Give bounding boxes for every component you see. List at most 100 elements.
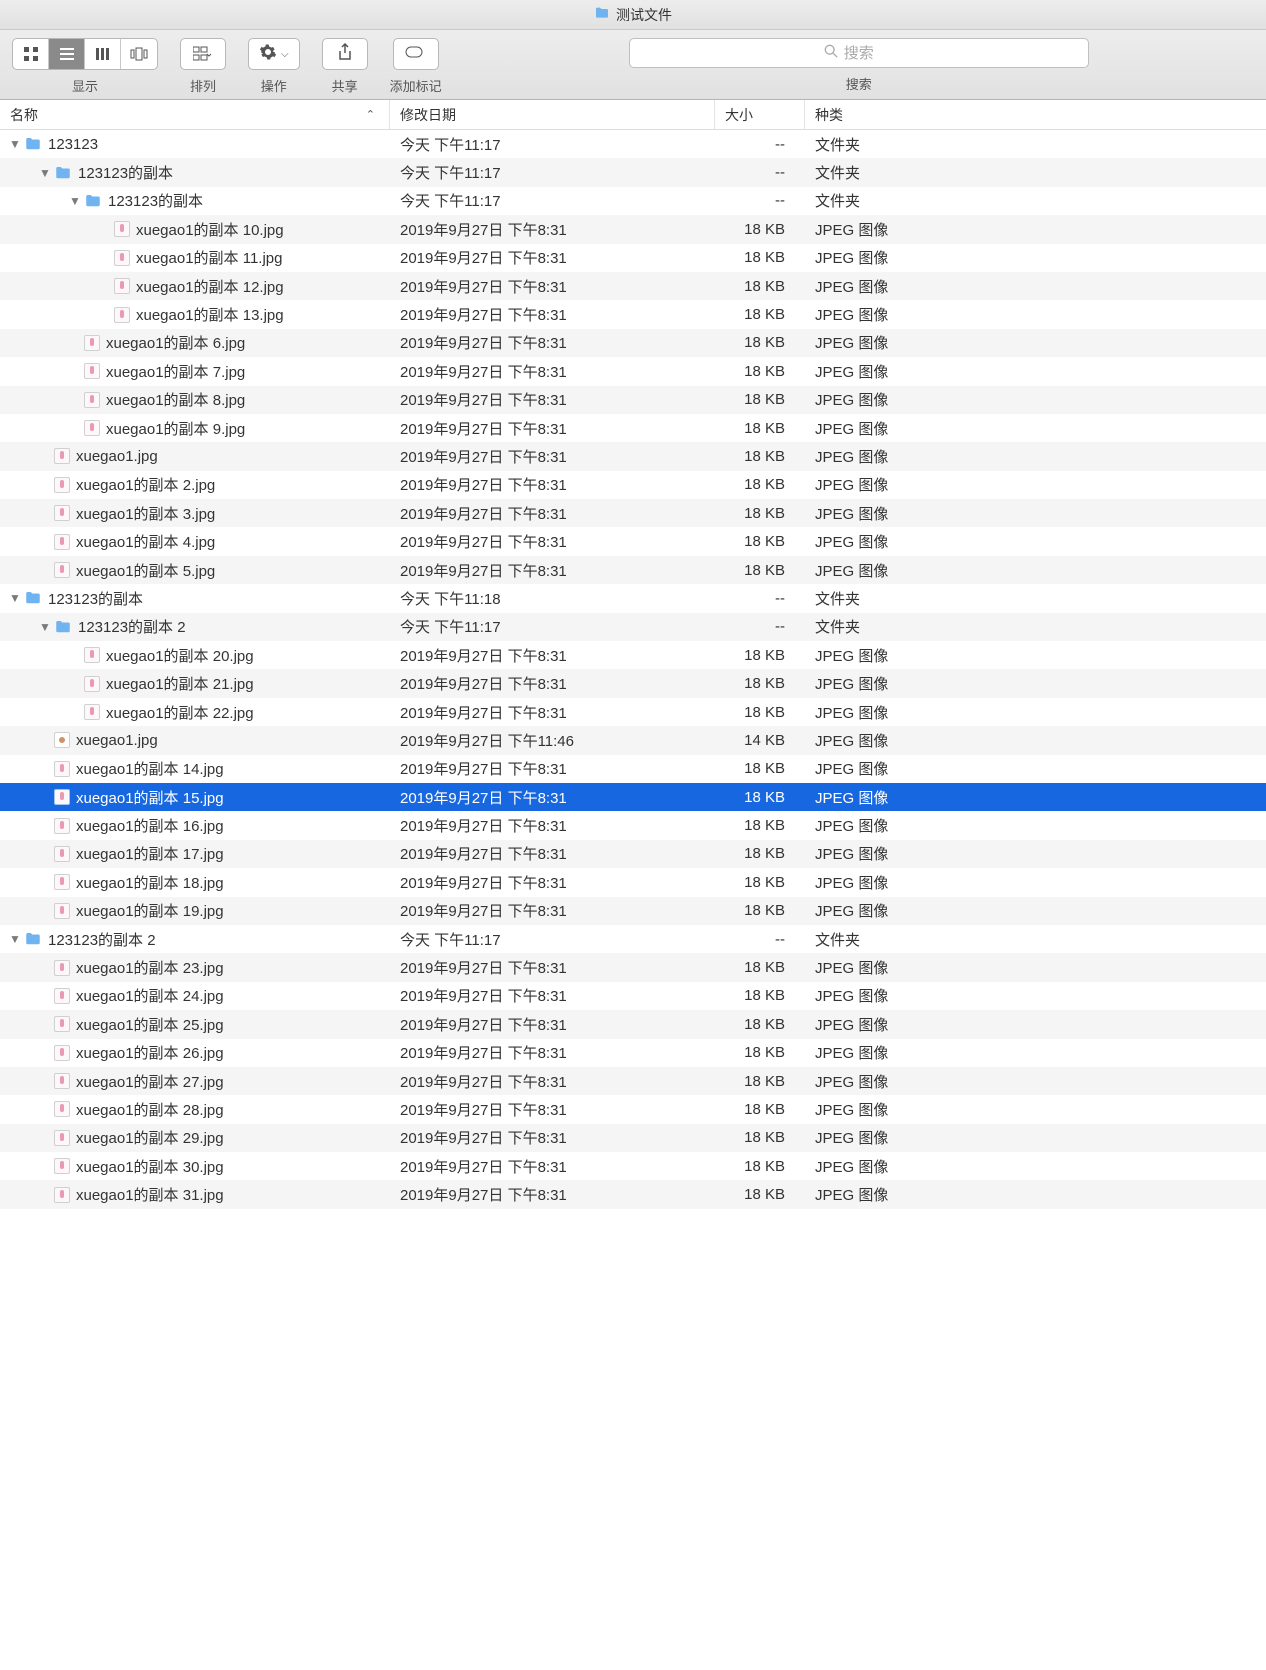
file-row[interactable]: xuegao1的副本 31.jpg2019年9月27日 下午8:3118 KBJ…: [0, 1180, 1266, 1208]
file-kind: 文件夹: [805, 588, 1266, 609]
sort-ascending-icon: ⌃: [366, 108, 375, 121]
image-file-icon: [54, 448, 70, 464]
file-date: 2019年9月27日 下午8:31: [390, 389, 715, 410]
image-file-icon: [84, 363, 100, 379]
disclosure-triangle-icon[interactable]: ▼: [38, 620, 52, 634]
image-file-icon: [54, 874, 70, 890]
view-switcher-group: 显示: [12, 38, 158, 95]
file-row[interactable]: ▼123123的副本今天 下午11:18--文件夹: [0, 584, 1266, 612]
column-view-button[interactable]: [85, 39, 121, 69]
file-name: xuegao1的副本 14.jpg: [76, 758, 224, 779]
file-kind: JPEG 图像: [805, 872, 1266, 893]
file-row[interactable]: xuegao1的副本 6.jpg2019年9月27日 下午8:3118 KBJP…: [0, 329, 1266, 357]
file-date: 2019年9月27日 下午8:31: [390, 503, 715, 524]
file-kind: JPEG 图像: [805, 730, 1266, 751]
file-row[interactable]: xuegao1的副本 4.jpg2019年9月27日 下午8:3118 KBJP…: [0, 527, 1266, 555]
file-date: 2019年9月27日 下午8:31: [390, 900, 715, 921]
disclosure-triangle-icon[interactable]: ▼: [38, 166, 52, 180]
file-size: 18 KB: [715, 1101, 805, 1118]
file-size: --: [715, 164, 805, 181]
file-row[interactable]: xuegao1.jpg2019年9月27日 下午11:4614 KBJPEG 图…: [0, 726, 1266, 754]
file-row[interactable]: xuegao1的副本 5.jpg2019年9月27日 下午8:3118 KBJP…: [0, 556, 1266, 584]
share-label: 共享: [332, 76, 358, 95]
file-row[interactable]: xuegao1的副本 9.jpg2019年9月27日 下午8:3118 KBJP…: [0, 414, 1266, 442]
file-row[interactable]: xuegao1的副本 13.jpg2019年9月27日 下午8:3118 KBJ…: [0, 300, 1266, 328]
file-date: 今天 下午11:17: [390, 190, 715, 211]
file-row[interactable]: xuegao1的副本 17.jpg2019年9月27日 下午8:3118 KBJ…: [0, 840, 1266, 868]
file-row[interactable]: xuegao1的副本 3.jpg2019年9月27日 下午8:3118 KBJP…: [0, 499, 1266, 527]
file-row[interactable]: xuegao1的副本 8.jpg2019年9月27日 下午8:3118 KBJP…: [0, 386, 1266, 414]
file-row[interactable]: xuegao1的副本 28.jpg2019年9月27日 下午8:3118 KBJ…: [0, 1095, 1266, 1123]
image-file-icon: [54, 505, 70, 521]
file-kind: JPEG 图像: [805, 645, 1266, 666]
file-date: 2019年9月27日 下午8:31: [390, 446, 715, 467]
file-row[interactable]: ▼123123的副本今天 下午11:17--文件夹: [0, 187, 1266, 215]
search-input[interactable]: [629, 38, 1089, 68]
file-name: xuegao1的副本 25.jpg: [76, 1014, 224, 1035]
file-row[interactable]: xuegao1的副本 16.jpg2019年9月27日 下午8:3118 KBJ…: [0, 811, 1266, 839]
column-date[interactable]: 修改日期: [390, 100, 715, 129]
folder-icon: [84, 192, 102, 210]
list-view-button[interactable]: [49, 39, 85, 69]
file-row[interactable]: ▼123123的副本今天 下午11:17--文件夹: [0, 158, 1266, 186]
file-row[interactable]: xuegao1的副本 23.jpg2019年9月27日 下午8:3118 KBJ…: [0, 953, 1266, 981]
gallery-view-button[interactable]: [121, 39, 157, 69]
file-size: 18 KB: [715, 1044, 805, 1061]
file-row[interactable]: ▼123123的副本 2今天 下午11:17--文件夹: [0, 925, 1266, 953]
file-row[interactable]: xuegao1的副本 30.jpg2019年9月27日 下午8:3118 KBJ…: [0, 1152, 1266, 1180]
file-row[interactable]: xuegao1的副本 12.jpg2019年9月27日 下午8:3118 KBJ…: [0, 272, 1266, 300]
disclosure-triangle-icon[interactable]: ▼: [8, 137, 22, 151]
image-file-icon: [54, 1101, 70, 1117]
tag-button[interactable]: [393, 38, 439, 70]
file-row[interactable]: xuegao1的副本 2.jpg2019年9月27日 下午8:3118 KBJP…: [0, 471, 1266, 499]
column-size[interactable]: 大小: [715, 100, 805, 129]
file-row[interactable]: ▼123123的副本 2今天 下午11:17--文件夹: [0, 613, 1266, 641]
share-button[interactable]: [322, 38, 368, 70]
file-name: xuegao1的副本 18.jpg: [76, 872, 224, 893]
column-kind[interactable]: 种类: [805, 100, 1266, 129]
window-title: 测试文件: [616, 5, 672, 25]
toolbar: 显示 排列 ⌵ 操作 共享 添加标记 搜索: [0, 30, 1266, 100]
file-row[interactable]: xuegao1.jpg2019年9月27日 下午8:3118 KBJPEG 图像: [0, 442, 1266, 470]
file-row[interactable]: xuegao1的副本 19.jpg2019年9月27日 下午8:3118 KBJ…: [0, 897, 1266, 925]
disclosure-triangle-icon[interactable]: ▼: [68, 194, 82, 208]
file-row[interactable]: xuegao1的副本 22.jpg2019年9月27日 下午8:3118 KBJ…: [0, 698, 1266, 726]
file-date: 今天 下午11:18: [390, 588, 715, 609]
file-size: 18 KB: [715, 249, 805, 266]
file-row[interactable]: xuegao1的副本 29.jpg2019年9月27日 下午8:3118 KBJ…: [0, 1124, 1266, 1152]
file-kind: JPEG 图像: [805, 985, 1266, 1006]
file-row[interactable]: xuegao1的副本 25.jpg2019年9月27日 下午8:3118 KBJ…: [0, 1010, 1266, 1038]
action-button[interactable]: ⌵: [248, 38, 300, 70]
file-row[interactable]: xuegao1的副本 11.jpg2019年9月27日 下午8:3118 KBJ…: [0, 244, 1266, 272]
image-file-icon: [54, 846, 70, 862]
file-row[interactable]: xuegao1的副本 20.jpg2019年9月27日 下午8:3118 KBJ…: [0, 641, 1266, 669]
column-name[interactable]: 名称 ⌃: [0, 100, 390, 129]
disclosure-triangle-icon[interactable]: ▼: [8, 932, 22, 946]
window-titlebar: 测试文件: [0, 0, 1266, 30]
file-row[interactable]: xuegao1的副本 18.jpg2019年9月27日 下午8:3118 KBJ…: [0, 868, 1266, 896]
image-file-icon: [114, 278, 130, 294]
file-name: xuegao1的副本 10.jpg: [136, 219, 284, 240]
folder-icon: [54, 618, 72, 636]
icon-view-button[interactable]: [13, 39, 49, 69]
arrange-button[interactable]: [180, 38, 226, 70]
file-size: 18 KB: [715, 1129, 805, 1146]
file-row[interactable]: xuegao1的副本 14.jpg2019年9月27日 下午8:3118 KBJ…: [0, 755, 1266, 783]
tag-icon: [405, 44, 427, 64]
search-group: 搜索: [464, 38, 1254, 93]
disclosure-triangle-icon[interactable]: ▼: [8, 591, 22, 605]
file-date: 2019年9月27日 下午8:31: [390, 219, 715, 240]
file-row[interactable]: xuegao1的副本 21.jpg2019年9月27日 下午8:3118 KBJ…: [0, 669, 1266, 697]
file-row[interactable]: xuegao1的副本 7.jpg2019年9月27日 下午8:3118 KBJP…: [0, 357, 1266, 385]
file-name: 123123的副本 2: [78, 616, 186, 637]
file-row[interactable]: xuegao1的副本 26.jpg2019年9月27日 下午8:3118 KBJ…: [0, 1039, 1266, 1067]
file-row[interactable]: xuegao1的副本 15.jpg2019年9月27日 下午8:3118 KBJ…: [0, 783, 1266, 811]
file-kind: JPEG 图像: [805, 474, 1266, 495]
view-switcher: [12, 38, 158, 70]
file-row[interactable]: xuegao1的副本 10.jpg2019年9月27日 下午8:3118 KBJ…: [0, 215, 1266, 243]
file-row[interactable]: xuegao1的副本 24.jpg2019年9月27日 下午8:3118 KBJ…: [0, 982, 1266, 1010]
file-size: 18 KB: [715, 987, 805, 1004]
file-size: 18 KB: [715, 505, 805, 522]
file-row[interactable]: ▼123123今天 下午11:17--文件夹: [0, 130, 1266, 158]
file-row[interactable]: xuegao1的副本 27.jpg2019年9月27日 下午8:3118 KBJ…: [0, 1067, 1266, 1095]
